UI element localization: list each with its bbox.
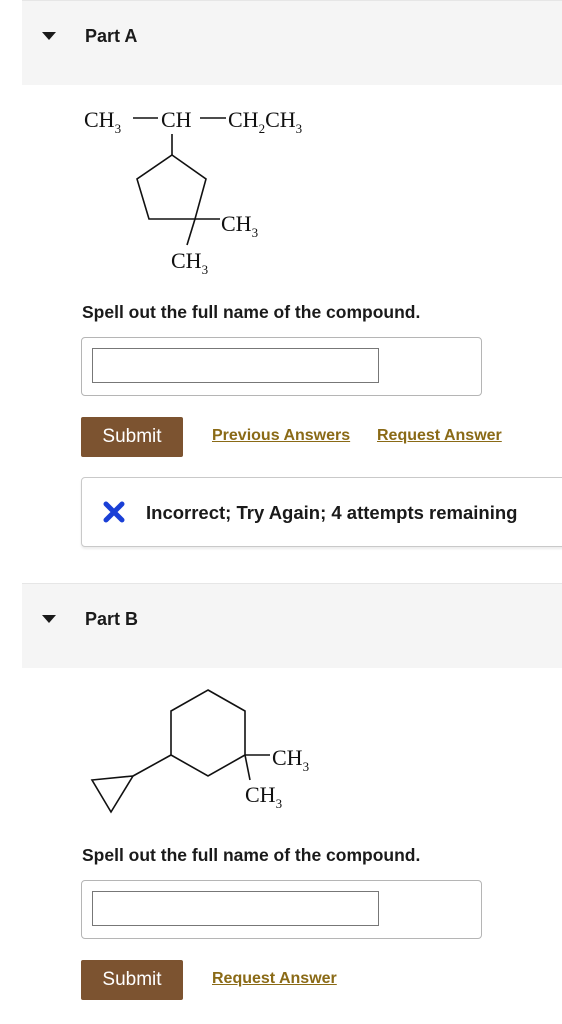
svg-text:CH3: CH3: [84, 107, 121, 136]
part-b-request-answer-link[interactable]: Request Answer: [212, 970, 337, 988]
part-b-answer-box: [81, 880, 482, 939]
svg-text:CH3: CH3: [245, 782, 282, 811]
caret-down-icon[interactable]: [42, 32, 56, 40]
previous-answers-link[interactable]: Previous Answers: [212, 427, 350, 445]
chain-ch3-label: CH: [84, 107, 115, 132]
methyl-right-label: CH: [221, 211, 252, 236]
svg-text:CH3: CH3: [272, 745, 309, 774]
methyl-bottom-label: CH: [171, 248, 202, 273]
caret-down-icon[interactable]: [42, 615, 56, 623]
chain-ch2-label: CH: [228, 107, 259, 132]
methyl-bottom-label: CH: [245, 782, 276, 807]
methyl-right-label: CH: [272, 745, 303, 770]
part-b-answer-input[interactable]: [92, 891, 379, 926]
part-a-header[interactable]: Part A: [22, 0, 562, 85]
part-a-request-answer-link[interactable]: Request Answer: [377, 427, 502, 445]
feedback-banner: Incorrect; Try Again; 4 attempts remaini…: [81, 477, 562, 547]
x-icon: [103, 501, 125, 523]
part-a-answer-box: [81, 337, 482, 396]
part-b-header[interactable]: Part B: [22, 583, 562, 668]
part-a-submit-button[interactable]: Submit: [81, 417, 183, 457]
part-b-title: Part B: [85, 609, 139, 629]
part-a-prompt: Spell out the full name of the compound.: [82, 302, 421, 322]
chain-ch-label: CH: [161, 107, 192, 132]
part-a-title: Part A: [85, 26, 138, 46]
part-b-submit-button[interactable]: Submit: [81, 960, 183, 1000]
part-b-structure: CH3 CH3: [90, 689, 309, 814]
svg-text:CH3: CH3: [221, 211, 258, 240]
part-a-answer-input[interactable]: [92, 348, 379, 383]
svg-text:CH2CH3: CH2CH3: [228, 107, 302, 136]
svg-text:CH3: CH3: [171, 248, 208, 277]
chain-ch3-end-label: CH: [265, 107, 296, 132]
part-b-prompt: Spell out the full name of the compound.: [82, 845, 421, 865]
feedback-message: Incorrect; Try Again; 4 attempts remaini…: [146, 502, 518, 523]
part-a-structure: CH3 CH CH2CH3 CH3 CH3: [84, 107, 302, 277]
